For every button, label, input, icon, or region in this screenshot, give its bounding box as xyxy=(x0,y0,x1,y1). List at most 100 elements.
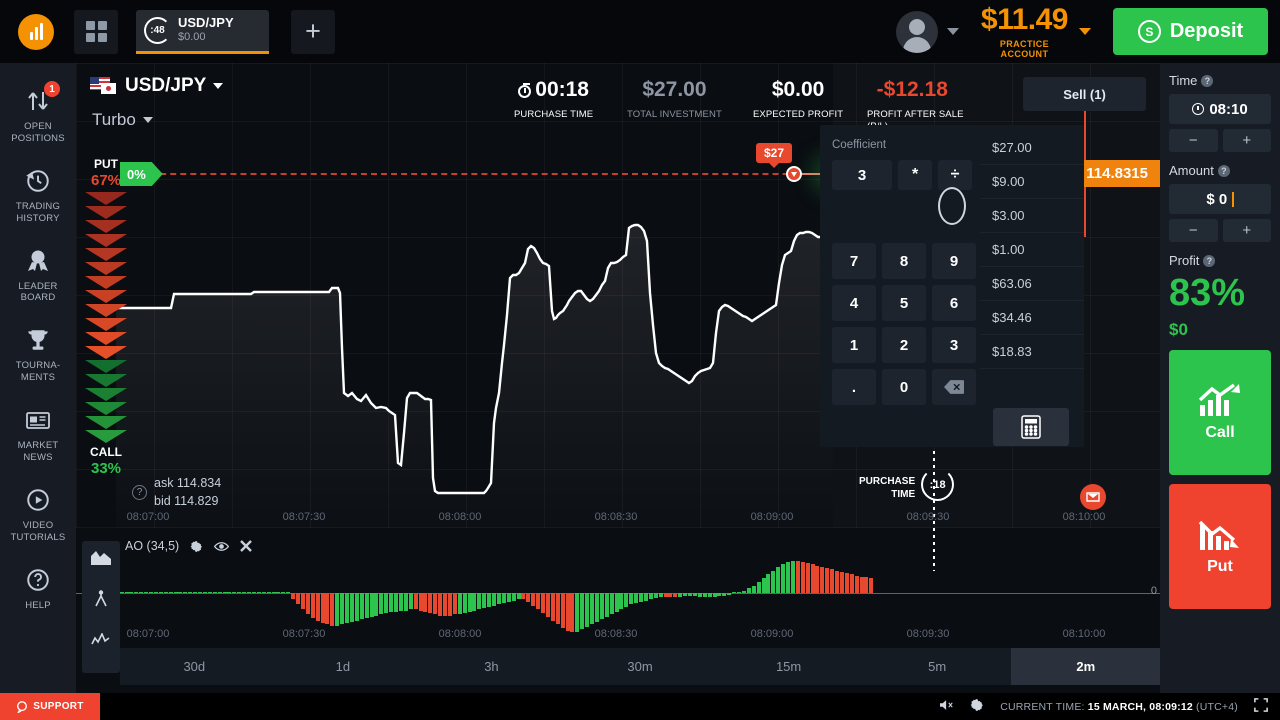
chevron-down-icon-balance[interactable] xyxy=(1079,28,1091,35)
chevron-down-icon-pair[interactable] xyxy=(213,83,224,89)
amount-minus-button[interactable]: − xyxy=(1169,219,1218,242)
pair-selector[interactable]: USD/JPY xyxy=(90,75,224,97)
mute-icon[interactable] xyxy=(940,699,954,714)
ao-bar xyxy=(800,561,805,593)
sidebar-label-market-news: MARKET NEWS xyxy=(17,440,59,463)
time-plus-button[interactable]: + xyxy=(1222,129,1271,152)
coefficient-value[interactable]: 3 xyxy=(832,160,893,190)
sell-button[interactable]: Sell (1) xyxy=(1023,77,1146,111)
balance-amount: $11.49 xyxy=(980,2,1069,36)
ao-bar xyxy=(242,591,247,593)
preset-amount-item[interactable]: $63.06 xyxy=(980,267,1084,301)
preset-amount-item[interactable]: $9.00 xyxy=(980,165,1084,199)
calc-key-2[interactable]: 2 xyxy=(882,327,926,363)
sidebar-item-tournaments[interactable]: TOURNA- MENTS xyxy=(0,316,76,396)
balance-block[interactable]: $11.49 PRACTICE ACCOUNT xyxy=(959,2,1091,59)
timeframe-30d[interactable]: 30d xyxy=(120,648,269,685)
preset-amount-item[interactable]: $1.00 xyxy=(980,233,1084,267)
ao-bar xyxy=(330,593,335,626)
ao-bar xyxy=(158,591,163,593)
ao-bar xyxy=(124,591,129,593)
calc-key-8[interactable]: 8 xyxy=(882,243,926,279)
sidebar-item-trading-history[interactable]: TRADING HISTORY xyxy=(0,157,76,237)
preset-amount-item[interactable]: $27.00 xyxy=(980,131,1084,165)
timeframe-selector[interactable]: 30d 1d 3h 30m 15m 5m 2m xyxy=(120,648,1160,685)
compass-indicators-icon[interactable] xyxy=(92,590,110,613)
ao-bar xyxy=(462,593,467,613)
calc-key-7[interactable]: 7 xyxy=(832,243,876,279)
sidebar-item-leader-board[interactable]: LEADER BOARD xyxy=(0,237,76,317)
ao-bar xyxy=(737,591,741,593)
amount-label: Amount xyxy=(1169,163,1214,178)
expiration-time-field[interactable]: 08:10 xyxy=(1169,94,1271,124)
chevron-down-icon-account[interactable] xyxy=(946,28,959,35)
timeframe-3h[interactable]: 3h xyxy=(417,648,566,685)
preset-amount-item[interactable]: $34.46 xyxy=(980,301,1084,335)
help-icon-profit[interactable]: ? xyxy=(1203,254,1216,267)
ao-bar xyxy=(359,593,364,620)
ao-bar xyxy=(394,593,398,612)
grid-apps-icon[interactable] xyxy=(74,9,118,54)
timeframe-1d[interactable]: 1d xyxy=(269,648,418,685)
time-minus-button[interactable]: − xyxy=(1169,129,1218,152)
question-icon-askbid[interactable]: ? xyxy=(132,484,147,500)
area-chart-icon[interactable] xyxy=(91,549,111,570)
ao-bar xyxy=(163,591,168,593)
sidebar-item-video-tutorials[interactable]: VIDEO TUTORIALS xyxy=(0,476,76,556)
ao-bar xyxy=(364,593,369,618)
ao-bar xyxy=(139,591,144,593)
timeframe-2m[interactable]: 2m xyxy=(1011,648,1160,685)
arrows-up-down-icon xyxy=(4,87,72,115)
amount-calculator[interactable]: Coefficient 3 * ÷ 789456123.0 $27.00 $9.0… xyxy=(820,125,1084,447)
help-icon-time[interactable]: ? xyxy=(1201,74,1214,87)
ao-bar xyxy=(830,569,835,593)
amount-value: $ 0 xyxy=(1206,190,1228,208)
deposit-button[interactable]: S Deposit xyxy=(1113,8,1268,55)
operator-divide-button[interactable]: ÷ xyxy=(938,160,972,190)
calculator-icon-button[interactable] xyxy=(993,408,1069,446)
amount-plus-button[interactable]: + xyxy=(1222,219,1271,242)
calc-key-9[interactable]: 9 xyxy=(932,243,976,279)
timeframe-5m[interactable]: 5m xyxy=(863,648,1012,685)
backspace-icon[interactable] xyxy=(932,369,976,405)
avatar[interactable] xyxy=(895,10,938,53)
sidebar-label-trading-history: TRADING HISTORY xyxy=(15,200,61,224)
preset-amount-item[interactable]: $3.00 xyxy=(980,199,1084,233)
purchase-time-marker-label: PURCHASE TIME xyxy=(859,476,916,500)
calc-key-1[interactable]: 1 xyxy=(832,327,876,363)
mode-selector[interactable]: Turbo xyxy=(92,110,153,130)
call-button[interactable]: Call xyxy=(1169,350,1271,475)
timeframe-30m[interactable]: 30m xyxy=(566,648,715,685)
ao-bar xyxy=(511,593,516,601)
sidebar-item-market-news[interactable]: MARKET NEWS xyxy=(0,396,76,476)
add-asset-button[interactable]: + xyxy=(291,9,335,54)
operator-multiply-button[interactable]: * xyxy=(898,160,933,190)
preset-amount-item[interactable]: $18.83 xyxy=(980,335,1084,369)
timeframe-15m[interactable]: 15m xyxy=(714,648,863,685)
sentiment-chevron xyxy=(85,346,127,360)
asset-tab-usdjpy[interactable]: :48 USD/JPY $0.00 xyxy=(136,9,269,54)
ao-bar xyxy=(443,593,447,616)
gear-icon[interactable] xyxy=(970,698,984,715)
calc-key-0[interactable]: 0 xyxy=(882,369,926,405)
calc-key-4[interactable]: 4 xyxy=(832,285,876,321)
support-button[interactable]: SUPPORT xyxy=(0,693,100,720)
sidebar-item-open-positions[interactable]: 1 OPEN POSITIONS xyxy=(0,77,76,157)
ao-bar xyxy=(492,593,496,606)
amount-input[interactable]: $ 0 xyxy=(1169,184,1271,214)
ao-bar xyxy=(349,593,354,622)
sentiment-chevron xyxy=(85,276,127,290)
account-type-line1: PRACTICE xyxy=(999,38,1050,49)
sidebar-item-help[interactable]: HELP xyxy=(0,556,76,624)
help-icon-amount[interactable]: ? xyxy=(1217,164,1230,177)
ao-bar xyxy=(839,571,844,593)
calc-key-dot[interactable]: . xyxy=(832,369,876,405)
calc-key-6[interactable]: 6 xyxy=(932,285,976,321)
fullscreen-icon[interactable] xyxy=(1254,698,1268,715)
put-button[interactable]: Put xyxy=(1169,484,1271,609)
calc-key-3[interactable]: 3 xyxy=(932,327,976,363)
calc-key-5[interactable]: 5 xyxy=(882,285,926,321)
ao-bar xyxy=(707,593,712,597)
profit-percent: 83% xyxy=(1169,272,1246,314)
bars-logo-icon[interactable] xyxy=(18,13,54,50)
